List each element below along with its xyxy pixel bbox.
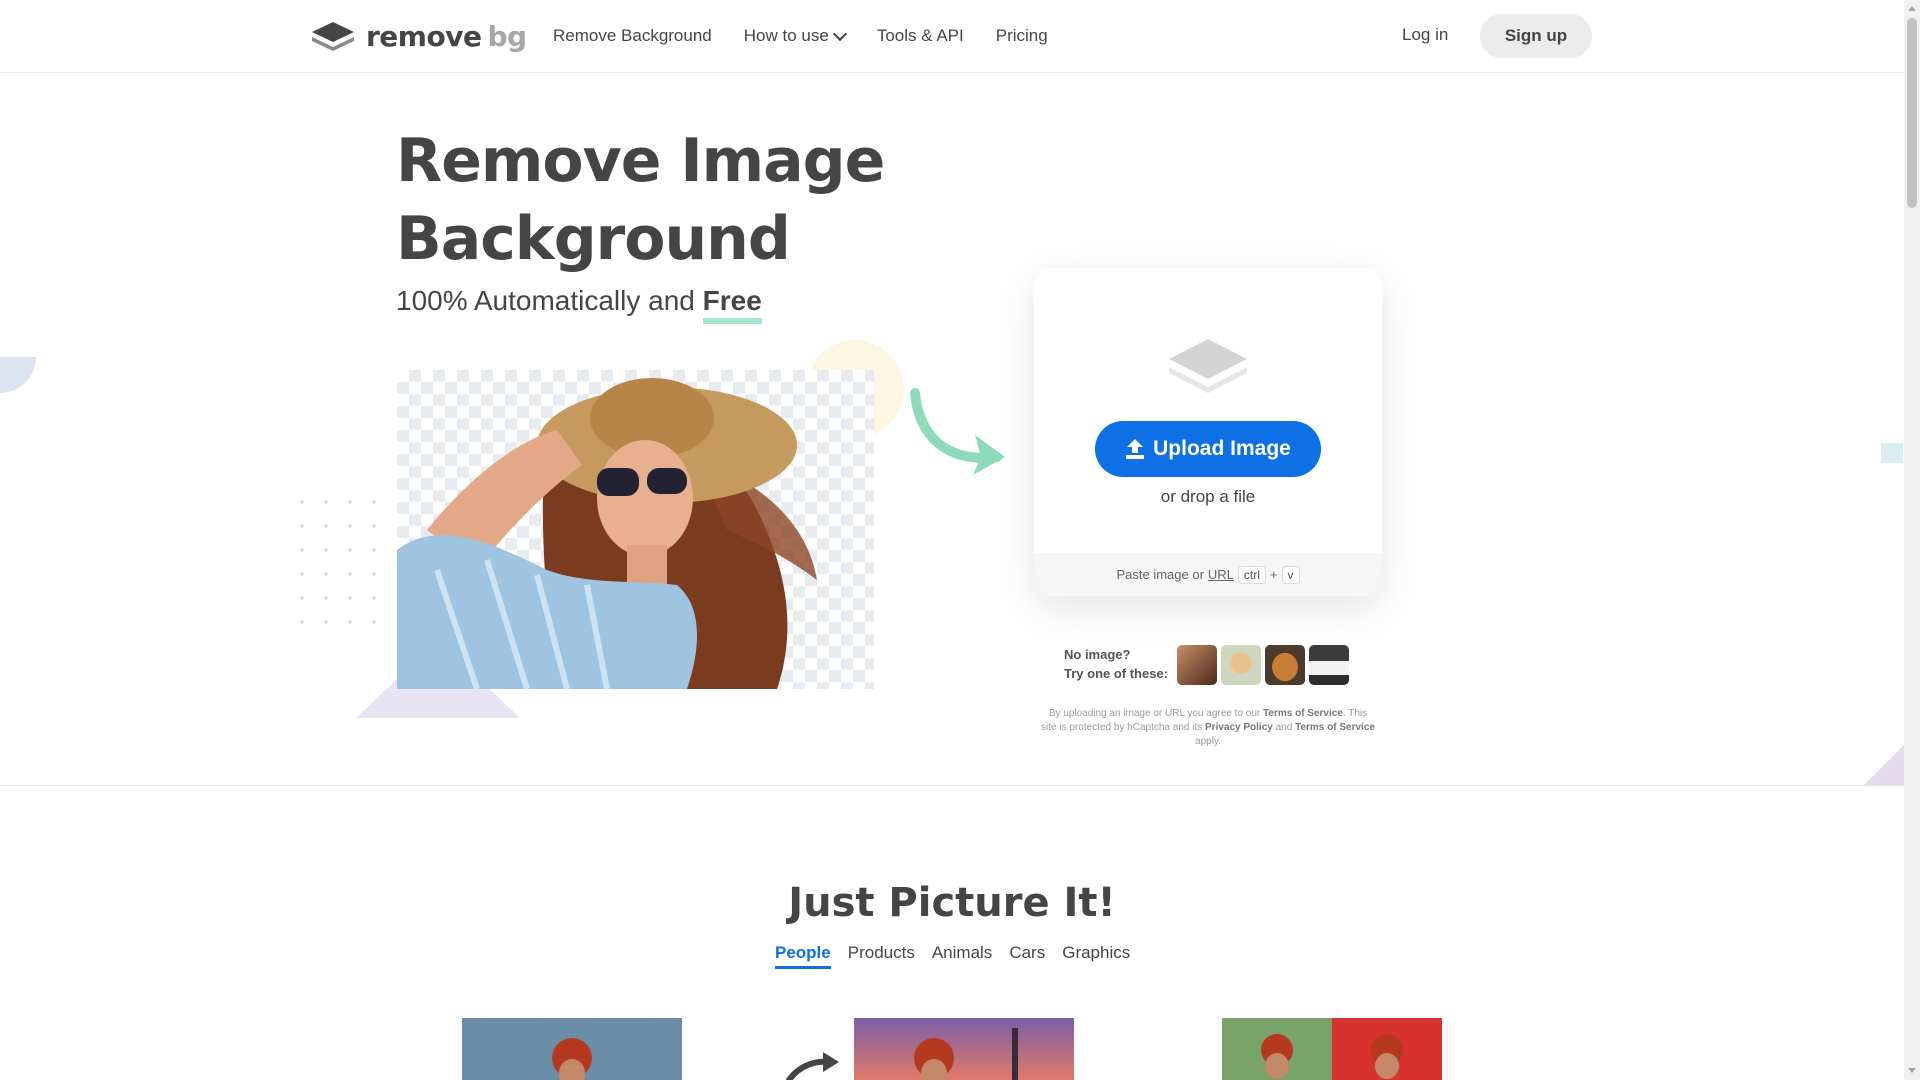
person-illustration bbox=[1261, 1034, 1403, 1079]
tab-cars[interactable]: Cars bbox=[1009, 943, 1045, 969]
section-title: Just Picture It! bbox=[788, 880, 1116, 926]
tab-products[interactable]: Products bbox=[848, 943, 915, 969]
hero-subtitle-prefix: 100% Automatically and bbox=[396, 285, 695, 316]
sample-thumb-dog[interactable] bbox=[1221, 645, 1261, 685]
scrollbar-thumb[interactable] bbox=[1907, 18, 1917, 208]
main-nav: Remove Background How to use Tools & API… bbox=[553, 0, 1048, 72]
nav-label: Pricing bbox=[995, 26, 1048, 45]
privacy-link[interactable]: Privacy Policy bbox=[1205, 722, 1273, 733]
legal-disclaimer: By uploading an image or URL you agree t… bbox=[1040, 707, 1376, 749]
layers-logo-icon bbox=[312, 22, 354, 51]
hero-title-line1: Remove Image bbox=[396, 126, 885, 196]
logo-text: remove bg bbox=[366, 19, 527, 53]
paste-prefix: Paste image or bbox=[1116, 567, 1204, 582]
terms-link[interactable]: Terms of Service bbox=[1295, 722, 1375, 733]
section-divider bbox=[0, 785, 1904, 786]
paste-bar: Paste image or URL ctrl + v bbox=[1034, 553, 1382, 596]
scroll-up-arrow-icon[interactable] bbox=[1908, 6, 1916, 11]
url-link[interactable]: URL bbox=[1208, 567, 1234, 582]
dark-curved-arrow-icon bbox=[786, 1052, 839, 1080]
login-link[interactable]: Log in bbox=[1402, 25, 1448, 45]
green-curved-arrow-icon bbox=[910, 388, 1005, 475]
logo[interactable]: remove bg bbox=[310, 18, 527, 54]
decor-half-circle bbox=[0, 357, 36, 393]
chevron-down-icon bbox=[832, 26, 847, 41]
sample-prompt: No image? Try one of these: bbox=[1064, 645, 1168, 683]
person-illustration bbox=[914, 1028, 1018, 1080]
sample-thumb-woman[interactable] bbox=[1177, 645, 1217, 685]
drop-file-text: or drop a file bbox=[1160, 487, 1256, 506]
sample-thumb-car[interactable] bbox=[1309, 645, 1349, 685]
upload-image-button[interactable]: Upload Image bbox=[1095, 421, 1321, 477]
sample-thumb-bread[interactable] bbox=[1265, 645, 1305, 685]
top-header: remove bg Remove Background How to use To… bbox=[0, 0, 1904, 73]
layers-placeholder-icon bbox=[1169, 339, 1247, 393]
signup-button[interactable]: Sign up bbox=[1480, 14, 1592, 58]
disclaimer-text: and bbox=[1275, 722, 1293, 733]
hero-title-line2: Background bbox=[396, 204, 791, 274]
category-tabs: People Products Animals Cars Graphics bbox=[775, 943, 1130, 969]
woman-with-hat-illustration bbox=[397, 378, 817, 689]
upload-card[interactable]: Upload Image or drop a file Paste image … bbox=[1034, 268, 1382, 596]
upload-icon bbox=[1126, 439, 1145, 459]
plus-sign: + bbox=[1269, 567, 1278, 582]
nav-label: Remove Background bbox=[553, 26, 712, 45]
sample-prompt-line1: No image? bbox=[1064, 647, 1131, 662]
sample-thumbnails bbox=[1177, 645, 1349, 685]
scroll-down-arrow-icon[interactable] bbox=[1908, 1068, 1916, 1073]
example-variant-images bbox=[1222, 1018, 1442, 1080]
hero-image bbox=[397, 370, 874, 689]
decor-square bbox=[1881, 443, 1903, 463]
decor-dot-grid bbox=[290, 490, 390, 640]
hero-subtitle-free: Free bbox=[702, 284, 762, 324]
decor-corner-triangle bbox=[1863, 745, 1904, 786]
nav-remove-background[interactable]: Remove Background bbox=[553, 26, 712, 46]
tab-animals[interactable]: Animals bbox=[932, 943, 992, 969]
nav-how-to-use[interactable]: How to use bbox=[743, 26, 847, 46]
hero-subtitle: 100% Automatically and Free bbox=[396, 284, 762, 324]
nav-tools-api[interactable]: Tools & API bbox=[877, 26, 964, 46]
tab-people[interactable]: People bbox=[775, 943, 831, 969]
example-result-image bbox=[854, 1018, 1074, 1080]
nav-label: How to use bbox=[743, 26, 829, 45]
sample-prompt-line2: Try one of these: bbox=[1064, 666, 1169, 681]
tab-graphics[interactable]: Graphics bbox=[1062, 943, 1130, 969]
hero-title: Remove Image Background bbox=[396, 122, 956, 278]
nav-pricing[interactable]: Pricing bbox=[996, 26, 1048, 46]
person-illustration bbox=[552, 1038, 592, 1080]
v-key: v bbox=[1281, 565, 1300, 584]
example-original-image bbox=[462, 1018, 682, 1080]
page: remove bg Remove Background How to use To… bbox=[0, 0, 1904, 1080]
nav-label: Tools & API bbox=[876, 26, 964, 45]
upload-button-label: Upload Image bbox=[1153, 437, 1291, 460]
ctrl-key: ctrl bbox=[1237, 565, 1266, 584]
terms-link[interactable]: Terms of Service bbox=[1263, 708, 1343, 719]
disclaimer-text: By uploading an image or URL you agree t… bbox=[1048, 708, 1261, 719]
disclaimer-text: apply. bbox=[1195, 736, 1221, 747]
